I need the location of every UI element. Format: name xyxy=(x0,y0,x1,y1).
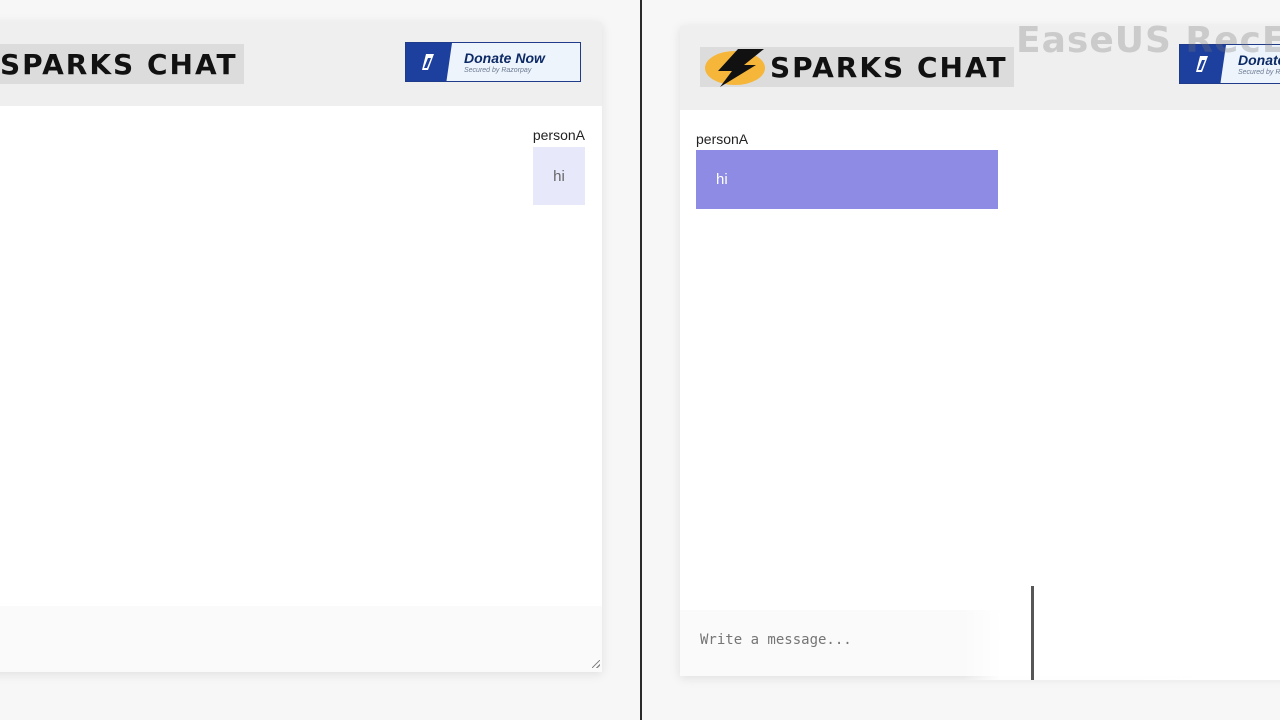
message-sender: personA xyxy=(696,131,749,147)
message-list: personA hi xyxy=(0,106,602,606)
message-text: hi xyxy=(553,167,565,185)
composer xyxy=(0,606,602,672)
resize-grip-icon[interactable] xyxy=(592,660,600,668)
donate-button[interactable]: Donate Now Secured by Razorpay xyxy=(405,42,581,82)
left-window: SPARKS CHAT Donate Now Secured by Razorp… xyxy=(0,0,640,720)
message-list: personA hi xyxy=(680,110,1280,610)
message-text: hi xyxy=(716,171,728,188)
razorpay-icon xyxy=(406,43,452,81)
chat-card: SPARKS CHAT Donate Now Secured by Razorp… xyxy=(0,22,602,672)
brand-logo: SPARKS CHAT xyxy=(0,44,244,84)
message-input[interactable] xyxy=(0,626,460,650)
donate-sublabel: Secured by Razorpay xyxy=(464,67,532,74)
lightning-bolt-icon xyxy=(705,49,765,87)
brand-title: SPARKS CHAT xyxy=(770,50,1008,84)
donate-sublabel: Secured by Razorpay xyxy=(1238,69,1280,76)
overlay-blur xyxy=(962,562,1280,680)
donate-text: Donate Now Secured by Razorpay xyxy=(452,43,580,81)
overlay-line xyxy=(1031,586,1034,680)
brand-title: SPARKS CHAT xyxy=(0,47,238,81)
message-bubble: hi xyxy=(533,147,585,205)
recorder-watermark: EaseUS RecE xyxy=(1016,20,1280,61)
right-window: SPARKS CHAT Donate Now Secured by Razorp… xyxy=(642,0,1280,720)
brand-logo: SPARKS CHAT xyxy=(700,47,1014,87)
chat-header: SPARKS CHAT Donate Now Secured by Razorp… xyxy=(0,22,602,106)
message-sender: personA xyxy=(532,127,585,143)
donate-label: Donate Now xyxy=(464,50,545,66)
message-bubble: hi xyxy=(696,150,998,209)
